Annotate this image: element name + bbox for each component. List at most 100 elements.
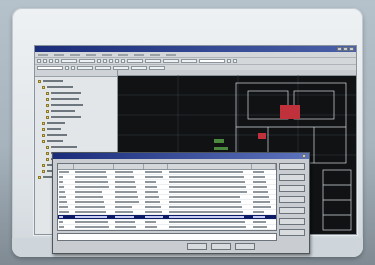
help-button[interactable]: [235, 243, 255, 250]
undo-icon[interactable]: [115, 59, 119, 63]
toolbar-button[interactable]: [181, 59, 197, 63]
table-cell: [144, 190, 168, 194]
column-header[interactable]: [252, 164, 276, 169]
path-input[interactable]: [57, 233, 277, 241]
minimize-button[interactable]: [337, 47, 342, 51]
dialog-button[interactable]: [279, 196, 305, 203]
table-cell: [168, 215, 252, 219]
toolbar-button[interactable]: [61, 59, 77, 63]
table-cell: [74, 185, 114, 189]
table-cell: [252, 205, 276, 209]
table-cell: [168, 200, 252, 204]
toolbar-button[interactable]: [163, 59, 179, 63]
table-cell: [144, 205, 168, 209]
illegible-text: [169, 201, 241, 203]
menu-item[interactable]: [102, 53, 112, 56]
layer-combo[interactable]: [199, 59, 225, 63]
dialog-button[interactable]: [279, 207, 305, 214]
ok-button[interactable]: [187, 243, 207, 250]
table-cell: [252, 175, 276, 179]
copy-icon[interactable]: [103, 59, 107, 63]
properties-icon[interactable]: [233, 59, 237, 63]
illegible-text: [145, 206, 161, 208]
dialog-side-buttons: [279, 163, 305, 236]
tree-item[interactable]: [46, 103, 114, 107]
illegible-text: [75, 226, 109, 228]
toolbar-button[interactable]: [127, 59, 143, 63]
menu-item[interactable]: [38, 53, 48, 56]
illegible-text: [253, 216, 265, 218]
folder-icon: [38, 175, 41, 179]
dialog-button[interactable]: [279, 185, 305, 192]
menu-item[interactable]: [166, 53, 176, 56]
dialog-footer-buttons: [187, 243, 255, 250]
table-cell: [144, 180, 168, 184]
tree-item-label: [51, 146, 77, 148]
file-list-dialog: [52, 152, 310, 254]
illegible-text: [253, 181, 266, 183]
table-body: [58, 170, 276, 230]
table-row[interactable]: [58, 225, 276, 230]
open-folder-icon[interactable]: [43, 59, 47, 63]
illegible-text: [145, 196, 159, 198]
table-cell: [58, 210, 74, 214]
new-file-icon[interactable]: [37, 59, 41, 63]
table-cell: [58, 190, 74, 194]
tree-item[interactable]: [42, 133, 114, 137]
redo-icon[interactable]: [121, 59, 125, 63]
toolbar-button[interactable]: [79, 59, 95, 63]
tree-item[interactable]: [42, 127, 114, 131]
table-cell: [252, 215, 276, 219]
table-cell: [114, 190, 144, 194]
table-cell: [58, 180, 74, 184]
print-icon[interactable]: [55, 59, 59, 63]
dialog-button[interactable]: [279, 229, 305, 236]
menu-item[interactable]: [54, 53, 64, 56]
tree-item[interactable]: [42, 121, 114, 125]
folder-icon: [46, 145, 49, 149]
table-cell: [252, 170, 276, 174]
folder-icon: [42, 169, 45, 173]
dialog-button[interactable]: [279, 218, 305, 225]
column-header[interactable]: [114, 164, 144, 169]
cut-icon[interactable]: [97, 59, 101, 63]
tree-item[interactable]: [46, 91, 114, 95]
illegible-text: [59, 201, 67, 203]
close-button[interactable]: [349, 47, 354, 51]
cancel-button[interactable]: [211, 243, 231, 250]
menu-item[interactable]: [86, 53, 96, 56]
menu-item[interactable]: [134, 53, 144, 56]
illegible-text: [253, 221, 266, 223]
tree-item[interactable]: [46, 97, 114, 101]
layer-icon[interactable]: [227, 59, 231, 63]
save-icon[interactable]: [49, 59, 53, 63]
column-header[interactable]: [144, 164, 168, 169]
table-cell: [168, 180, 252, 184]
menu-item[interactable]: [70, 53, 80, 56]
tree-item[interactable]: [46, 115, 114, 119]
menu-item[interactable]: [150, 53, 160, 56]
paste-icon[interactable]: [109, 59, 113, 63]
column-header[interactable]: [74, 164, 114, 169]
table-cell: [252, 180, 276, 184]
dialog-button[interactable]: [279, 174, 305, 181]
toolbar-button[interactable]: [145, 59, 161, 63]
illegible-text: [169, 181, 245, 183]
illegible-text: [75, 191, 102, 193]
table-cell: [58, 205, 74, 209]
close-icon[interactable]: [302, 154, 306, 158]
dialog-button[interactable]: [279, 163, 305, 170]
column-header[interactable]: [58, 164, 74, 169]
tree-item[interactable]: [38, 79, 114, 83]
maximize-button[interactable]: [343, 47, 348, 51]
column-header[interactable]: [168, 164, 252, 169]
tree-item[interactable]: [42, 139, 114, 143]
tree-item[interactable]: [46, 145, 114, 149]
menu-item[interactable]: [118, 53, 128, 56]
tree-item[interactable]: [42, 85, 114, 89]
standard-toolbar: [35, 58, 356, 65]
illegible-text: [75, 171, 106, 173]
illegible-text: [145, 171, 162, 173]
table-cell: [74, 215, 114, 219]
tree-item[interactable]: [46, 109, 114, 113]
